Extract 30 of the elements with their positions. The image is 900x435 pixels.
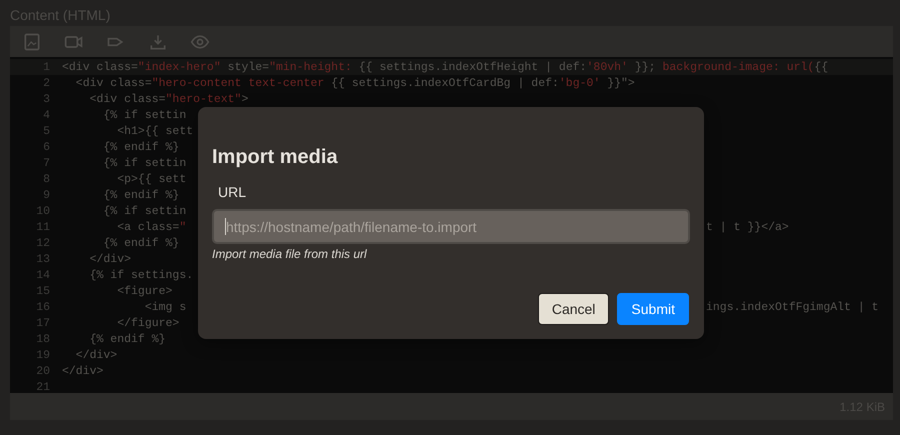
submit-button[interactable]: Submit	[617, 293, 689, 325]
code-line: </div>	[62, 364, 104, 378]
code-line: {% if settin	[102, 108, 186, 122]
code-line: <p>{{ sett	[116, 172, 186, 186]
text-cursor	[225, 218, 226, 235]
code-line: {% if settin	[102, 156, 186, 170]
code-line: <figure>	[116, 284, 172, 298]
code-line: ings.indexOtfFgimgAlt | t	[705, 300, 879, 314]
code-line: </div>	[88, 252, 132, 266]
code-line: </figure>	[116, 316, 180, 330]
image-icon[interactable]	[22, 32, 42, 52]
code-line: <a class="	[116, 220, 186, 234]
code-line: {% if settings.	[88, 268, 194, 282]
code-line: </div>	[74, 348, 118, 362]
code-line: <div class="hero-text">	[88, 92, 248, 106]
code-line: t | t }}</a>	[705, 220, 789, 234]
code-line: <div class="index-hero" style="min-height: {{ settings.indexOtfHeight | def:'80vh' }}; background-image: url({{	[62, 60, 828, 74]
code-line: <h1>{{ sett	[116, 124, 194, 138]
field-label: URL	[218, 183, 246, 201]
field-help: Import media file from this url	[212, 247, 367, 261]
code-line: {% endif %}	[102, 236, 180, 250]
dialog-title: Import media	[212, 145, 339, 169]
code-line: <img s	[144, 300, 186, 314]
url-field[interactable]: https://hostname/path/filename-to.import	[212, 209, 690, 244]
code-line: <div class="hero-content text-center {{ settings.indexOtfCardBg | def:'bg-0' }}">	[74, 76, 635, 90]
code-line: {% if settin	[102, 204, 186, 218]
code-line: {% endif %}	[88, 332, 166, 346]
code-line: {% endif %}	[102, 188, 180, 202]
code-line: {% endif %}	[102, 140, 180, 154]
cancel-button[interactable]: Cancel	[538, 293, 610, 325]
